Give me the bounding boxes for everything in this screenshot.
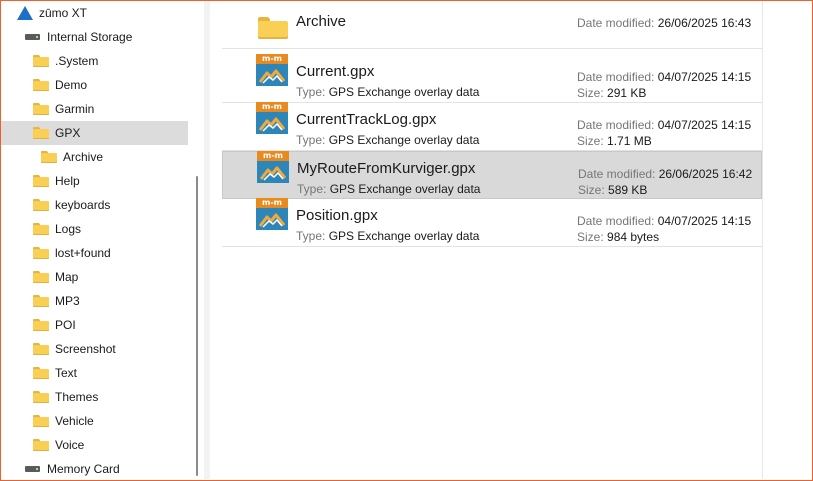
date-modified: Date modified: 04/07/2025 14:15 — [577, 214, 752, 228]
nav-item-label: keyboards — [55, 198, 111, 212]
nav-item-folder[interactable]: Help — [1, 169, 188, 193]
nav-item-internal-storage[interactable]: Internal Storage — [1, 25, 188, 49]
nav-item-label: zūmo XT — [39, 6, 88, 20]
file-list: Archive Date modified: 26/06/2025 16:43 m-… — [210, 1, 762, 479]
folder-icon — [33, 439, 49, 451]
nav-item-folder[interactable]: Demo — [1, 73, 188, 97]
date-modified: Date modified: 04/07/2025 14:15 — [577, 118, 752, 132]
nav-item-label: Map — [55, 270, 79, 284]
nav-item-label: MP3 — [55, 294, 80, 308]
nav-item-label: Vehicle — [55, 414, 94, 428]
nav-item-folder[interactable]: Themes — [1, 385, 188, 409]
nav-item-label: lost+found — [55, 246, 111, 260]
folder-icon — [33, 271, 49, 283]
nav-item-folder[interactable]: Screenshot — [1, 337, 188, 361]
nav-item-folder[interactable]: Voice — [1, 433, 188, 457]
file-row[interactable]: m-m CurrentTrackLog.gpx Type: GPS Exchange… — [222, 102, 762, 151]
nav-item-folder[interactable]: POI — [1, 313, 188, 337]
folder-icon — [33, 223, 49, 235]
folder-row[interactable]: Archive Date modified: 26/06/2025 16:43 — [222, 1, 762, 49]
folder-icon — [41, 151, 57, 163]
nav-item-label: Garmin — [55, 102, 95, 116]
date-modified: Date modified: 04/07/2025 14:15 — [577, 70, 752, 84]
nav-scrollbar[interactable] — [196, 176, 198, 476]
file-name: Current.gpx — [296, 63, 375, 80]
nav-item-label: POI — [55, 318, 76, 332]
folder-icon — [33, 103, 49, 115]
folder-icon — [33, 247, 49, 259]
date-modified: Date modified: 26/06/2025 16:42 — [578, 167, 753, 181]
nav-item-folder[interactable]: lost+found — [1, 241, 188, 265]
file-name: Position.gpx — [296, 207, 378, 224]
file-type: Type: GPS Exchange overlay data — [296, 133, 480, 147]
file-size: Size: 984 bytes — [577, 230, 660, 244]
file-type: Type: GPS Exchange overlay data — [297, 182, 481, 196]
nav-item-label: GPX — [55, 126, 81, 140]
file-type: Type: GPS Exchange overlay data — [296, 85, 480, 99]
folder-icon — [33, 367, 49, 379]
nav-item-label: .System — [55, 54, 99, 68]
nav-item-folder[interactable]: Text — [1, 361, 188, 385]
nav-item-folder[interactable]: Logs — [1, 217, 188, 241]
nav-item-folder[interactable]: GPX — [1, 121, 188, 145]
nav-item-folder[interactable]: .System — [1, 49, 188, 73]
nav-item-label: Help — [55, 174, 80, 188]
file-name: CurrentTrackLog.gpx — [296, 111, 437, 128]
garmin-device-icon — [17, 6, 33, 20]
file-row[interactable]: m-m MyRouteFromKurviger.gpx Type: GPS Exch… — [222, 151, 762, 199]
folder-icon — [33, 79, 49, 91]
drive-icon — [25, 466, 40, 472]
nav-item-folder[interactable]: Vehicle — [1, 409, 188, 433]
folder-icon — [33, 127, 49, 139]
nav-item-memory-card[interactable]: Memory Card — [1, 457, 188, 481]
date-modified: Date modified: 26/06/2025 16:43 — [577, 16, 752, 30]
file-row[interactable]: m-m Position.gpx Type: GPS Exchange overla… — [222, 198, 762, 247]
nav-item-folder[interactable]: keyboards — [1, 193, 188, 217]
folder-icon — [33, 343, 49, 355]
nav-item-label: Demo — [55, 78, 88, 92]
nav-item-device[interactable]: zūmo XT — [1, 1, 188, 25]
folder-icon — [33, 319, 49, 331]
nav-item-label: Voice — [55, 438, 85, 452]
nav-item-label: Memory Card — [47, 462, 120, 476]
gpx-file-icon: m-m — [256, 198, 288, 240]
folder-icon — [33, 391, 49, 403]
nav-item-label: Themes — [55, 390, 99, 404]
nav-item-label: Internal Storage — [47, 30, 133, 44]
file-row[interactable]: m-m Current.gpx Type: GPS Exchange overlay… — [222, 54, 762, 103]
nav-item-label: Screenshot — [55, 342, 116, 356]
folder-icon — [33, 55, 49, 67]
nav-item-label: Logs — [55, 222, 82, 236]
nav-item-subfolder[interactable]: Archive — [1, 145, 188, 169]
file-size: Size: 1.71 MB — [577, 134, 652, 148]
nav-item-label: Text — [55, 366, 78, 380]
drive-icon — [25, 34, 40, 40]
folder-icon — [33, 415, 49, 427]
file-type: Type: GPS Exchange overlay data — [296, 229, 480, 243]
file-name: Archive — [296, 13, 347, 30]
folder-icon — [258, 17, 288, 39]
nav-item-folder[interactable]: Map — [1, 265, 188, 289]
gpx-file-icon: m-m — [256, 102, 288, 144]
file-size: Size: 291 KB — [577, 86, 647, 100]
right-gutter — [762, 1, 812, 479]
file-size: Size: 589 KB — [578, 183, 648, 197]
gpx-file-icon: m-m — [257, 151, 289, 193]
nav-item-label: Archive — [63, 150, 104, 164]
folder-icon — [33, 199, 49, 211]
folder-icon — [33, 295, 49, 307]
nav-item-folder[interactable]: MP3 — [1, 289, 188, 313]
nav-item-folder[interactable]: Garmin — [1, 97, 188, 121]
folder-icon — [33, 175, 49, 187]
file-name: MyRouteFromKurviger.gpx — [297, 160, 476, 177]
gpx-file-icon: m-m — [256, 54, 288, 96]
navigation-pane: zūmo XT Internal Storage .System Demo Garm… — [1, 1, 196, 480]
